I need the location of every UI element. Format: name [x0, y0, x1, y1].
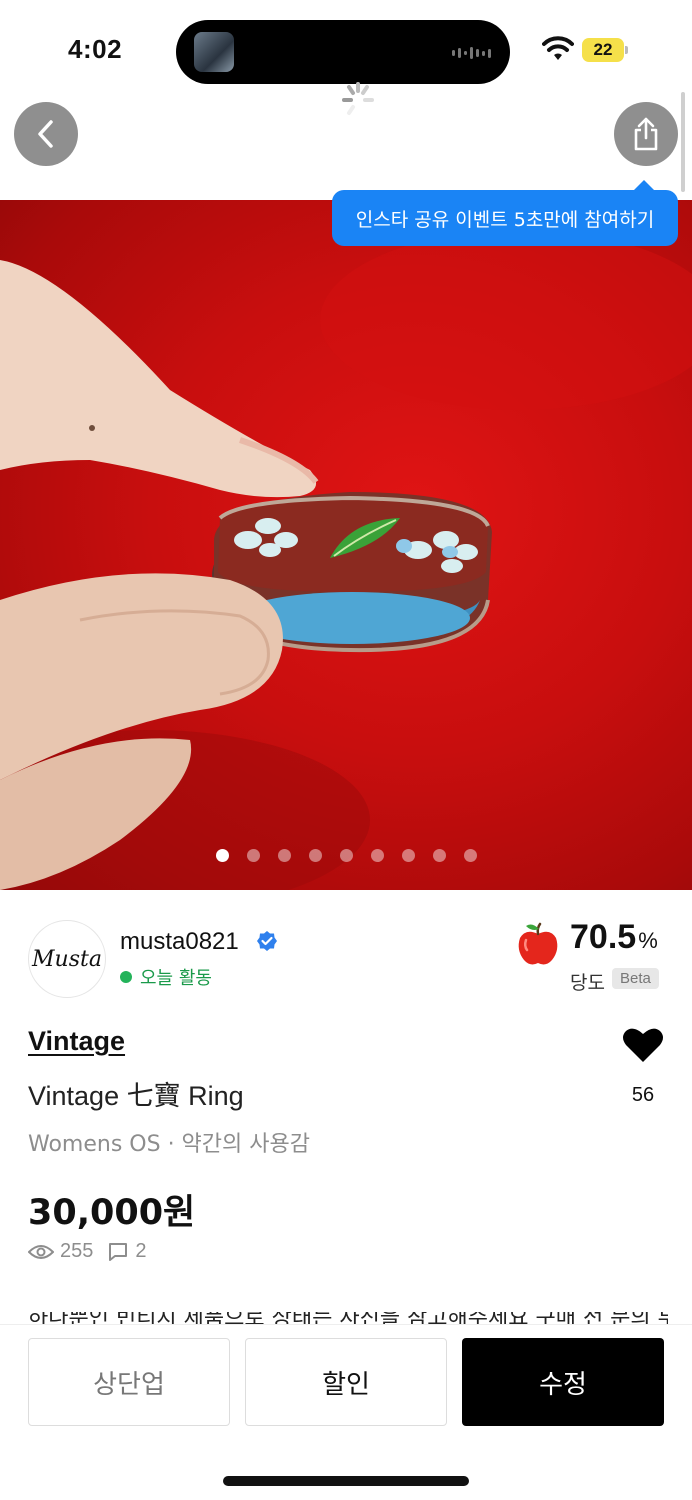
- heart-icon[interactable]: [622, 1026, 664, 1064]
- image-pagination[interactable]: [0, 849, 692, 862]
- seller-avatar[interactable]: Musta: [28, 920, 106, 998]
- bump-button[interactable]: 상단업: [28, 1338, 230, 1426]
- product-photo-illustration: [0, 230, 692, 890]
- activity-label: 오늘 활동: [140, 968, 212, 989]
- pagination-dot[interactable]: [246, 849, 260, 862]
- product-stats: 255 2: [28, 1240, 147, 1263]
- apple-icon: [518, 922, 558, 965]
- comment-count: 2: [135, 1240, 147, 1262]
- seller-activity: 오늘 활동: [120, 964, 212, 990]
- dynamic-island[interactable]: [176, 20, 510, 84]
- product-price: 30,000원: [28, 1193, 196, 1233]
- pagination-dot[interactable]: [432, 849, 446, 862]
- comment-icon: [109, 1242, 128, 1261]
- sweetness-score[interactable]: 70.5%: [570, 918, 658, 957]
- status-time: 4:02: [68, 34, 123, 64]
- pagination-dot[interactable]: [339, 849, 353, 862]
- share-button[interactable]: [614, 102, 678, 166]
- home-indicator[interactable]: [223, 1476, 469, 1486]
- discount-button[interactable]: 할인: [245, 1338, 447, 1426]
- verified-badge-icon: [257, 931, 277, 951]
- back-button[interactable]: [14, 102, 78, 166]
- edit-button[interactable]: 수정: [462, 1338, 664, 1426]
- sweetness-value: 70.5: [570, 918, 637, 956]
- share-event-tooltip[interactable]: 인스타 공유 이벤트 5초만에 참여하기: [332, 180, 678, 246]
- pagination-dot[interactable]: [401, 849, 415, 862]
- pagination-dot[interactable]: [370, 849, 384, 862]
- product-image[interactable]: [0, 200, 692, 890]
- now-playing-thumbnail: [194, 32, 234, 72]
- eye-icon: [28, 1244, 54, 1259]
- like-count: 56: [631, 1084, 655, 1106]
- beta-badge: Beta: [612, 968, 659, 989]
- scroll-indicator: [681, 92, 685, 192]
- spinner-icon: [342, 82, 374, 115]
- pagination-dot[interactable]: [277, 849, 291, 862]
- view-count: 255: [60, 1240, 94, 1262]
- chevron-left-icon: [38, 120, 53, 148]
- seller-name[interactable]: musta0821: [120, 928, 239, 956]
- pagination-dot[interactable]: [463, 849, 477, 862]
- sweetness-unit: %: [638, 928, 658, 953]
- brand-link[interactable]: Vintage: [28, 1026, 125, 1057]
- pagination-dot[interactable]: [215, 849, 229, 862]
- share-icon: [634, 117, 658, 151]
- battery-icon: 22: [582, 38, 628, 62]
- online-dot-icon: [120, 971, 132, 983]
- product-meta: Womens OS · 약간의 사용감: [28, 1132, 310, 1157]
- product-title: Vintage 七寶 Ring: [28, 1081, 244, 1111]
- battery-level: 22: [593, 40, 613, 59]
- avatar-signature: Musta: [32, 946, 102, 972]
- audio-wave-icon: [452, 46, 492, 60]
- wifi-icon: [542, 36, 574, 60]
- sweetness-label: 당도: [570, 972, 605, 994]
- pagination-dot[interactable]: [308, 849, 322, 862]
